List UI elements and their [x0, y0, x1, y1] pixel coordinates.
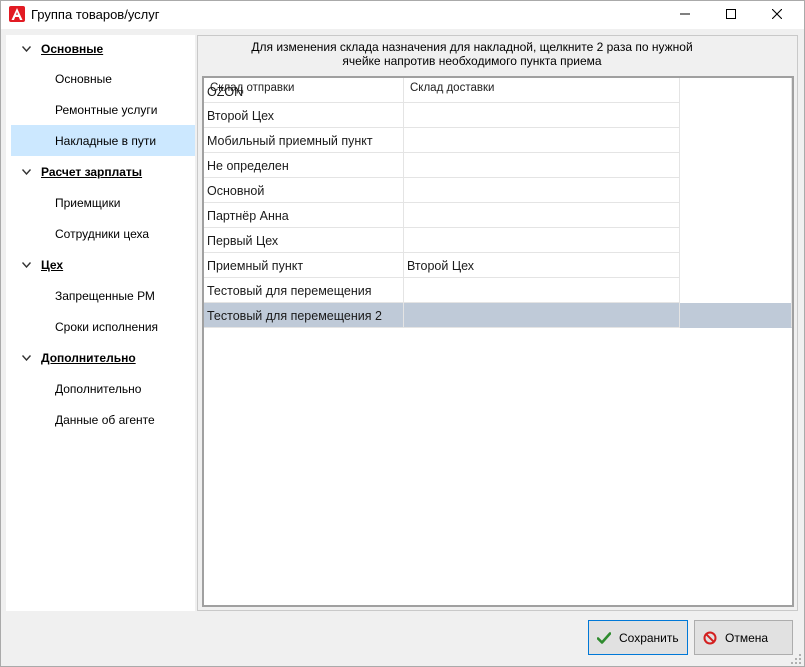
cell-from[interactable]: Тестовый для перемещения 2 — [204, 303, 404, 328]
resize-grip[interactable] — [791, 653, 801, 664]
cancel-button[interactable]: Отмена — [694, 620, 793, 655]
sidebar-item-additional[interactable]: Дополнительно — [11, 373, 195, 404]
app-logo-icon — [9, 6, 25, 22]
table-row[interactable]: Мобильный приемный пункт — [204, 128, 792, 153]
sidebar-item-label: Сроки исполнения — [55, 319, 159, 334]
sidebar-item-label: Накладные в пути — [55, 133, 157, 148]
nav-group-workshop[interactable]: Цех — [11, 249, 195, 280]
cell-empty — [680, 303, 792, 328]
cell-to[interactable] — [404, 78, 680, 103]
maximize-button[interactable] — [708, 1, 754, 29]
instruction-text: Для изменения склада назначения для накл… — [198, 40, 746, 68]
maximize-icon — [726, 8, 736, 22]
sidebar-item-workshop-staff[interactable]: Сотрудники цеха — [11, 218, 195, 249]
cell-to[interactable] — [404, 203, 680, 228]
cell-to[interactable] — [404, 228, 680, 253]
sidebar-item-label: Основные — [55, 71, 112, 86]
instruction-line: Для изменения склада назначения для накл… — [251, 40, 693, 54]
cell-from[interactable]: Тестовый для перемещения — [204, 278, 404, 303]
main-panel: Для изменения склада назначения для накл… — [197, 35, 798, 611]
warehouse-grid[interactable]: Склад отправки Склад доставки OZON Второ… — [202, 76, 794, 607]
chevron-down-icon[interactable] — [11, 354, 41, 361]
cell-from[interactable]: OZON — [204, 78, 404, 103]
close-icon — [771, 8, 783, 22]
table-row[interactable]: Основной — [204, 178, 792, 203]
cell-from[interactable]: Приемный пункт — [204, 253, 404, 278]
table-row-selected[interactable]: Тестовый для перемещения 2 — [204, 303, 792, 328]
nav-group-payroll[interactable]: Расчет зарплаты — [11, 156, 195, 187]
cell-to[interactable] — [404, 128, 680, 153]
cell-empty — [680, 78, 792, 103]
cell-empty — [680, 203, 792, 228]
chevron-down-icon[interactable] — [11, 168, 41, 175]
cell-to[interactable] — [404, 303, 680, 328]
cell-from[interactable]: Первый Цех — [204, 228, 404, 253]
save-label: Сохранить — [619, 630, 679, 645]
sidebar-item-label: Запрещенные РМ — [55, 288, 155, 303]
cell-from[interactable]: Партнёр Анна — [204, 203, 404, 228]
cell-empty — [680, 178, 792, 203]
nav-group-main[interactable]: Основные — [11, 33, 195, 64]
cell-to[interactable] — [404, 278, 680, 303]
window-title: Группа товаров/услуг — [31, 7, 160, 22]
chevron-down-icon[interactable] — [11, 261, 41, 268]
close-button[interactable] — [754, 1, 800, 29]
minimize-icon — [680, 8, 690, 22]
cell-from[interactable]: Мобильный приемный пункт — [204, 128, 404, 153]
cell-empty — [680, 253, 792, 278]
table-row[interactable]: Первый Цех — [204, 228, 792, 253]
table-row[interactable]: Тестовый для перемещения — [204, 278, 792, 303]
checkmark-icon — [589, 631, 619, 644]
sidebar-item-receivers[interactable]: Приемщики — [11, 187, 195, 218]
chevron-down-icon[interactable] — [11, 45, 41, 52]
sidebar-nav: Основные Основные Ремонтные услуги Накла… — [6, 35, 195, 611]
table-row[interactable]: Партнёр Анна — [204, 203, 792, 228]
cell-empty — [680, 278, 792, 303]
cell-empty — [680, 128, 792, 153]
cell-to[interactable] — [404, 153, 680, 178]
cell-empty — [680, 228, 792, 253]
dialog-window: Группа товаров/услуг Основные Основные Р… — [0, 0, 805, 667]
sidebar-item-repair-services[interactable]: Ремонтные услуги — [11, 94, 195, 125]
cell-to[interactable]: Второй Цех — [404, 253, 680, 278]
table-row[interactable]: Приемный пункт Второй Цех — [204, 253, 792, 278]
cell-empty — [680, 153, 792, 178]
cell-from[interactable]: Не определен — [204, 153, 404, 178]
sidebar-item-agent-data[interactable]: Данные об агенте — [11, 404, 195, 435]
sidebar-item-label: Дополнительно — [55, 381, 142, 396]
nav-group-label: Дополнительно — [41, 350, 136, 365]
sidebar-item-label: Данные об агенте — [55, 412, 155, 427]
sidebar-item-forbidden-workplaces[interactable]: Запрещенные РМ — [11, 280, 195, 311]
cancel-label: Отмена — [725, 630, 769, 645]
sidebar-item-label: Приемщики — [55, 195, 121, 210]
cell-to[interactable] — [404, 178, 680, 203]
table-row[interactable]: OZON — [204, 78, 792, 103]
instruction-line: ячейке напротив необходимого пункта прие… — [342, 54, 602, 68]
prohibited-icon — [695, 631, 725, 645]
table-row[interactable]: Второй Цех — [204, 103, 792, 128]
sidebar-item-deadlines[interactable]: Сроки исполнения — [11, 311, 195, 342]
sidebar-item-label: Ремонтные услуги — [55, 102, 158, 117]
nav-group-label: Расчет зарплаты — [41, 164, 143, 179]
title-bar[interactable]: Группа товаров/услуг — [1, 1, 804, 29]
sidebar-item-main[interactable]: Основные — [11, 63, 195, 94]
nav-group-label: Основные — [41, 41, 104, 56]
cell-to[interactable] — [404, 103, 680, 128]
table-row[interactable]: Не определен — [204, 153, 792, 178]
nav-group-label: Цех — [41, 257, 64, 272]
minimize-button[interactable] — [662, 1, 708, 29]
cell-from[interactable]: Основной — [204, 178, 404, 203]
cell-empty — [680, 103, 792, 128]
sidebar-item-invoices-in-transit[interactable]: Накладные в пути — [11, 125, 195, 156]
cell-from[interactable]: Второй Цех — [204, 103, 404, 128]
save-button[interactable]: Сохранить — [588, 620, 688, 655]
sidebar-item-label: Сотрудники цеха — [55, 226, 150, 241]
nav-group-additional[interactable]: Дополнительно — [11, 342, 195, 373]
